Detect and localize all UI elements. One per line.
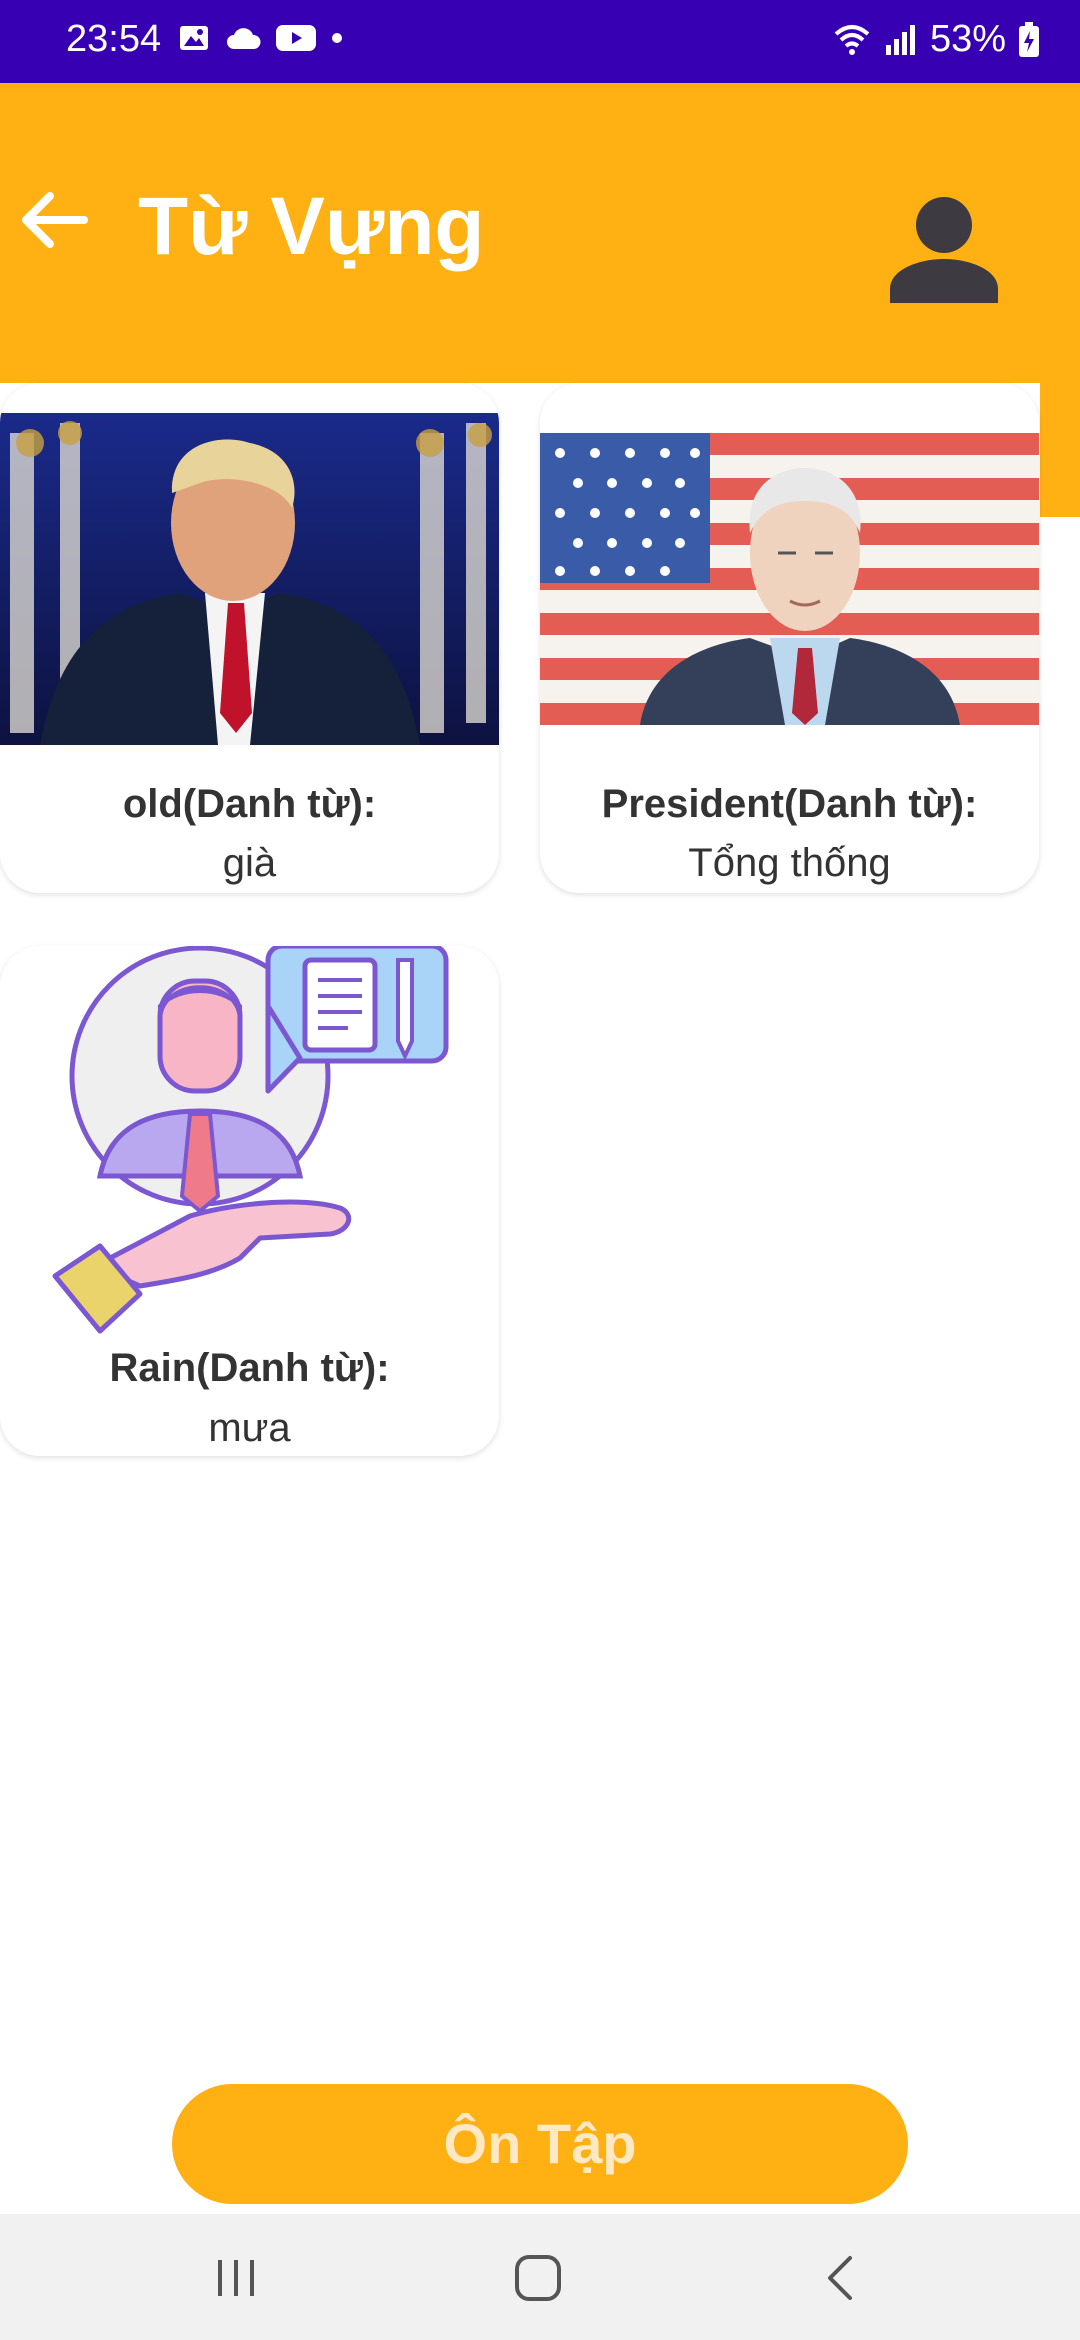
card-word: Rain(Danh từ):: [109, 1346, 390, 1390]
navigation-bar: [0, 2214, 1080, 2340]
battery-icon: [1019, 21, 1039, 57]
vocab-card[interactable]: Rain(Danh từ): mưa: [0, 946, 499, 1456]
vocab-card[interactable]: President(Danh từ): Tổng thống: [540, 383, 1039, 893]
card-image: [540, 433, 1039, 725]
system-icons: 53%: [832, 18, 1040, 61]
card-meaning: Tổng thống: [688, 841, 891, 885]
notification-icons: [178, 22, 344, 54]
home-button[interactable]: [508, 2250, 568, 2306]
profile-button[interactable]: [884, 185, 1004, 310]
home-icon: [515, 2255, 561, 2301]
dot-icon: [332, 33, 342, 43]
cloud-icon: [227, 28, 261, 49]
recent-apps-icon: [218, 2260, 254, 2296]
recent-apps-button[interactable]: [206, 2250, 266, 2306]
page-title: Từ Vựng: [138, 181, 485, 272]
review-button[interactable]: Ôn Tập: [172, 2084, 908, 2204]
card-image: [0, 413, 499, 745]
back-icon: [828, 2256, 852, 2300]
status-bar: 23:54 53%: [0, 0, 1080, 83]
status-time: 23:54: [66, 18, 162, 60]
app-bar-extension: [1040, 383, 1080, 517]
card-meaning: mưa: [208, 1406, 291, 1450]
card-image: [0, 946, 499, 1336]
youtube-icon: [276, 25, 316, 51]
vocab-card[interactable]: old(Danh từ): già: [0, 383, 499, 893]
signal-icon: [885, 24, 915, 55]
battery-percent: 53%: [929, 18, 1006, 60]
card-meaning: già: [222, 841, 277, 885]
gallery-icon: [180, 26, 208, 50]
card-word: President(Danh từ):: [601, 782, 978, 826]
arrow-left-icon: [22, 192, 88, 248]
back-button[interactable]: [14, 180, 94, 260]
person-icon: [890, 197, 998, 303]
nav-back-button[interactable]: [812, 2250, 872, 2306]
card-word: old(Danh từ):: [122, 782, 377, 826]
wifi-icon: [834, 24, 870, 55]
